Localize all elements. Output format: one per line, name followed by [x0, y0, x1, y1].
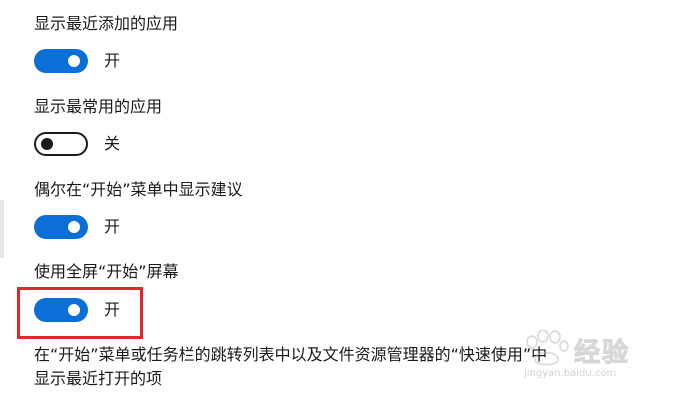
setting-label-most-used-apps: 显示最常用的应用 [34, 97, 163, 116]
toggle-state-label: 开 [104, 217, 121, 236]
setting-label-recent-items-line2: 显示最近打开的项 [34, 369, 163, 388]
setting-label-recent-items-line1: 在“开始”菜单或任务栏的跳转列表中以及文件资源管理器的“快速使用”中 [34, 345, 548, 364]
watermark-brand-text: 经验 [573, 338, 631, 369]
toggle-recently-added-apps[interactable] [34, 49, 88, 73]
toggle-state-label: 关 [104, 134, 121, 153]
watermark-url-text: jingyan.baidu.com [524, 368, 617, 379]
toggle-state-label: 开 [104, 51, 121, 70]
toggle-most-used-apps[interactable] [34, 132, 88, 156]
setting-row-show-suggestions: 开 [34, 215, 120, 239]
scroll-edge [0, 200, 4, 258]
setting-row-most-used-apps: 关 [34, 132, 120, 156]
setting-label-recently-added-apps: 显示最近添加的应用 [34, 14, 179, 33]
toggle-knob [68, 221, 80, 233]
toggle-knob [41, 138, 53, 150]
setting-row-recently-added-apps: 开 [34, 49, 120, 73]
highlight-annotation-box [17, 287, 143, 339]
toggle-knob [68, 55, 80, 67]
setting-label-show-suggestions: 偶尔在“开始”菜单中显示建议 [34, 180, 243, 199]
toggle-show-suggestions[interactable] [34, 215, 88, 239]
setting-label-fullscreen-start: 使用全屏“开始”屏幕 [34, 262, 179, 281]
